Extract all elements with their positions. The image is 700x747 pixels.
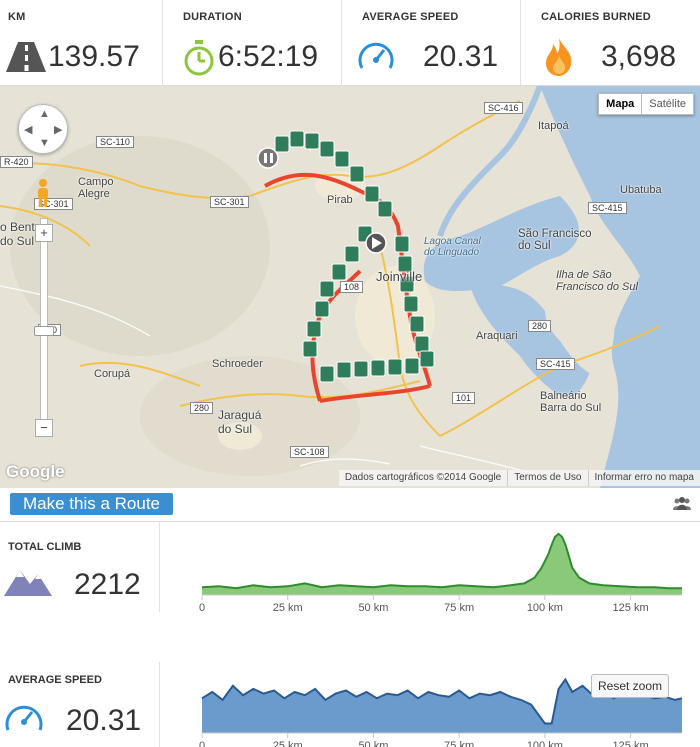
stat-avg-speed-label: AVERAGE SPEED bbox=[362, 11, 459, 23]
zoom-in-button[interactable]: + bbox=[35, 224, 53, 242]
map-label-ilha: Ilha de São Francisco do Sul bbox=[556, 269, 638, 293]
climb-label: TOTAL CLIMB bbox=[8, 541, 82, 553]
x-tick-label: 25 km bbox=[273, 740, 303, 747]
zoom-out-button[interactable]: − bbox=[35, 419, 53, 437]
flame-icon bbox=[546, 38, 572, 76]
map-terms-link[interactable]: Termos de Uso bbox=[507, 470, 587, 486]
pan-right-icon[interactable]: ▶ bbox=[54, 123, 62, 136]
x-tick-label: 50 km bbox=[358, 602, 388, 614]
speedometer-icon bbox=[5, 705, 43, 731]
stat-duration: DURATION 6:52:19 bbox=[163, 0, 342, 86]
road-shield: SC-415 bbox=[588, 202, 627, 214]
x-tick-label: 0 bbox=[199, 602, 205, 614]
mountain-icon bbox=[4, 570, 52, 596]
route-bar: Make this a Route bbox=[0, 488, 700, 522]
x-tick-label: 75 km bbox=[444, 602, 474, 614]
climb-panel: TOTAL CLIMB 2212 bbox=[0, 522, 160, 612]
map-label-joinville: Joinville bbox=[376, 269, 423, 284]
stat-duration-label: DURATION bbox=[183, 11, 242, 23]
x-tick-label: 25 km bbox=[273, 602, 303, 614]
map-label-sao-bento: o Bent do Sul bbox=[0, 220, 35, 248]
pan-up-icon[interactable]: ▲ bbox=[39, 108, 50, 120]
stat-calories-value: 3,698 bbox=[601, 40, 677, 73]
stopwatch-icon bbox=[184, 40, 214, 76]
stat-distance-label: KM bbox=[8, 11, 26, 23]
x-tick-label: 100 km bbox=[527, 740, 563, 747]
road-shield: SC-110 bbox=[96, 136, 134, 148]
climb-value: 2212 bbox=[74, 568, 141, 601]
map-type-satellite-button[interactable]: Satélite bbox=[642, 93, 694, 115]
stats-bar: KM 139.57 DURATION 6:52:19 AVERAGE SPEED… bbox=[0, 0, 700, 86]
speedometer-icon bbox=[358, 42, 394, 69]
route-map[interactable]: Itapoá Campo Alegre Ubatuba São Francisc… bbox=[0, 86, 700, 488]
series-line bbox=[201, 532, 682, 590]
map-label-jaragua: Jaraguá do Sul bbox=[218, 408, 262, 436]
x-tick-label: 50 km bbox=[358, 740, 388, 747]
road-shield: SC-415 bbox=[536, 358, 575, 370]
map-label-itapoa: Itapoá bbox=[538, 120, 569, 132]
stat-avg-speed-value: 20.31 bbox=[423, 40, 499, 73]
speed-panel: AVERAGE SPEED 20.31 bbox=[0, 662, 160, 747]
stat-calories: CALORIES BURNED 3,698 bbox=[521, 0, 700, 86]
map-type-control: Mapa Satélite bbox=[598, 93, 694, 115]
x-tick-label: 125 km bbox=[613, 602, 649, 614]
map-label-corupa: Corupá bbox=[94, 368, 131, 380]
road-shield: SC-416 bbox=[484, 102, 523, 114]
map-label-campo-alegre: Campo Alegre bbox=[78, 176, 114, 200]
x-tick-label: 125 km bbox=[613, 740, 649, 747]
pegman-icon[interactable] bbox=[34, 178, 52, 208]
road-shield: R-420 bbox=[0, 156, 33, 168]
make-route-button[interactable]: Make this a Route bbox=[10, 493, 174, 515]
google-logo: Google bbox=[6, 462, 65, 481]
map-report-link[interactable]: Informar erro no mapa bbox=[587, 470, 700, 486]
stat-distance-value: 139.57 bbox=[48, 40, 140, 73]
road-shield: SC-108 bbox=[290, 446, 329, 458]
map-data-credit: Dados cartográficos ©2014 Google bbox=[344, 472, 502, 483]
pan-left-icon[interactable]: ◀ bbox=[24, 123, 32, 136]
elevation-chart[interactable]: 0 25 km 50 km 75 km 100 km 125 km bbox=[162, 524, 698, 614]
stat-calories-label: CALORIES BURNED bbox=[541, 11, 651, 23]
pause-marker-icon bbox=[257, 147, 279, 169]
map-label-balneario: Balneário Barra do Sul bbox=[540, 390, 602, 414]
speed-panel-value: 20.31 bbox=[66, 704, 142, 737]
pan-down-icon[interactable]: ▼ bbox=[39, 137, 50, 149]
road-shield: 101 bbox=[452, 392, 476, 404]
road-shield: 108 bbox=[340, 281, 364, 293]
reset-zoom-button[interactable]: Reset zoom bbox=[591, 674, 670, 698]
map-footer: Dados cartográficos ©2014 Google Termos … bbox=[338, 470, 700, 486]
x-tick-label: 75 km bbox=[444, 740, 474, 747]
road-shield: 280 bbox=[528, 320, 552, 332]
pan-control[interactable]: ▲ ▼ ◀ ▶ bbox=[18, 104, 68, 154]
map-label-pirabeiraba: Pirab bbox=[327, 194, 353, 206]
road-shield: SC-301 bbox=[210, 196, 249, 208]
map-type-map-button[interactable]: Mapa bbox=[598, 93, 643, 115]
people-icon[interactable] bbox=[672, 497, 692, 511]
stat-avg-speed: AVERAGE SPEED 20.31 bbox=[342, 0, 521, 86]
road-shield: 280 bbox=[190, 402, 214, 414]
map-label-schroeder: Schroeder bbox=[212, 358, 263, 370]
stat-distance: KM 139.57 bbox=[0, 0, 163, 86]
map-label-ubatuba: Ubatuba bbox=[620, 184, 662, 196]
map-label-sao-francisco: São Francisco do Sul bbox=[518, 228, 592, 252]
map-label-araquari: Araquari bbox=[476, 330, 518, 342]
x-tick-label: 100 km bbox=[527, 602, 563, 614]
road-icon bbox=[6, 42, 46, 72]
speed-panel-label: AVERAGE SPEED bbox=[8, 674, 102, 686]
map-label-lagoa: Lagoa Canal do Linguado bbox=[424, 236, 481, 258]
x-tick-label: 0 bbox=[199, 740, 205, 747]
stat-duration-value: 6:52:19 bbox=[218, 40, 319, 73]
zoom-slider-handle[interactable] bbox=[34, 326, 54, 336]
